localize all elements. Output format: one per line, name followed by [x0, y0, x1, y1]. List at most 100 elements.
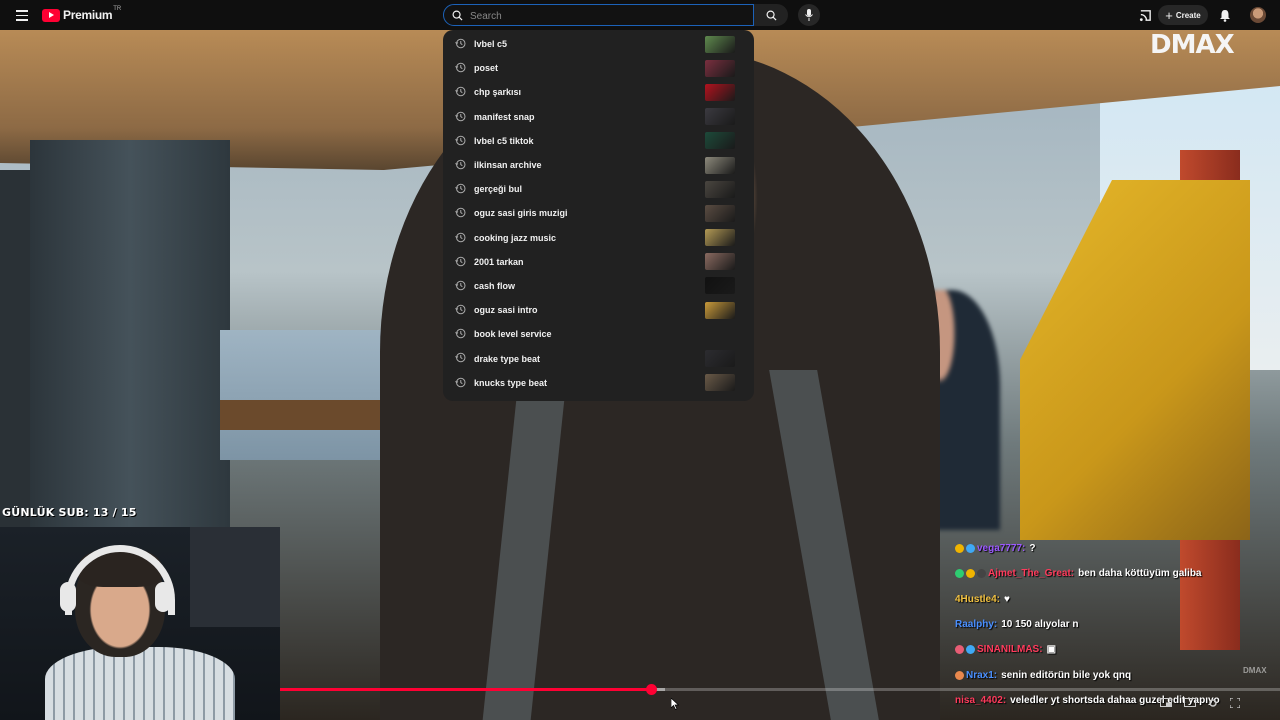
search-suggestion[interactable]: 2001 tarkan — [443, 250, 754, 274]
create-button[interactable]: + Create — [1158, 5, 1208, 25]
progress-scrubber[interactable] — [646, 684, 657, 695]
chat-username[interactable]: Nrax1: — [966, 670, 997, 681]
history-icon — [455, 329, 466, 339]
logo-text: Premium — [63, 8, 113, 22]
progress-played — [280, 688, 651, 691]
theater-mode-icon[interactable] — [1184, 698, 1196, 707]
suggestion-text: gerçeği bul — [474, 184, 523, 195]
suggestion-text: manifest snap — [474, 111, 535, 122]
chat-text: ♥ — [1004, 593, 1010, 605]
history-icon — [455, 87, 466, 97]
suggestion-thumbnail — [705, 229, 735, 247]
search-suggestion[interactable]: lvbel c5 tiktok — [443, 129, 754, 153]
chat-badge-icon — [966, 645, 975, 655]
chat-username[interactable]: nisa_4402: — [955, 695, 1006, 706]
suggestion-text: chp şarkısı — [474, 87, 522, 98]
suggestion-text: 2001 tarkan — [474, 256, 524, 267]
history-icon — [455, 208, 466, 218]
sub-goal-counter: GÜNLÜK SUB: 13 / 15 — [2, 506, 137, 519]
suggestion-text: book level service — [474, 329, 552, 340]
history-icon — [455, 62, 466, 73]
chat-username[interactable]: Raalphy: — [955, 619, 997, 630]
suggestion-text: lvbel c5 — [474, 39, 508, 50]
suggestion-thumbnail — [705, 59, 735, 77]
progress-bar[interactable] — [280, 684, 1280, 695]
history-icon — [455, 280, 466, 291]
plus-icon: + — [1165, 7, 1173, 23]
search-suggestion[interactable]: oguz sasi intro — [443, 298, 754, 322]
cast-icon[interactable] — [1139, 9, 1152, 22]
search-suggestion[interactable]: gerçeği bul — [443, 177, 754, 201]
suggestion-thumbnail — [705, 108, 735, 126]
account-avatar[interactable] — [1250, 7, 1266, 23]
chat-text: ? — [1029, 543, 1036, 555]
chat-username[interactable]: 4Hustle4: — [955, 594, 1000, 605]
youtube-logo-icon — [42, 8, 60, 22]
search-suggestion[interactable]: lvbel c5 — [443, 32, 754, 56]
chat-badge-icon — [977, 569, 986, 579]
search-suggestion[interactable]: oguz sasi giris muzigi — [443, 201, 754, 225]
search-suggestion[interactable]: manifest snap — [443, 105, 754, 129]
search-suggestion[interactable]: chp şarkısı — [443, 80, 754, 104]
chat-username[interactable]: Ajmet_The_Great: — [988, 568, 1074, 579]
fullscreen-icon[interactable] — [1230, 698, 1240, 708]
chat-message: Ajmet_The_Great: ben daha köttüyüm galiba — [955, 561, 1280, 586]
chat-overlay: vega7777:? Ajmet_The_Great: ben daha köttü… — [955, 536, 1280, 713]
history-icon — [455, 232, 466, 242]
suggestion-text: oguz sasi giris muzigi — [474, 208, 568, 219]
chat-badge-icon — [955, 569, 964, 579]
search-button[interactable] — [754, 4, 788, 26]
suggestion-thumbnail — [705, 132, 735, 150]
youtube-premium-logo[interactable]: Premium TR — [42, 6, 121, 22]
history-icon — [455, 304, 466, 315]
chat-badge-icon — [955, 544, 964, 554]
search-suggestion[interactable]: drake type beat — [443, 346, 754, 370]
suggestion-text: cooking jazz music — [474, 232, 557, 243]
webcam-overlay — [0, 527, 280, 720]
chat-text: senin editörün bile yok qnq — [1001, 669, 1132, 681]
search-input[interactable] — [468, 7, 742, 25]
chat-message: SINANILMAS: ▣ — [955, 637, 1280, 662]
headset-earcup — [155, 582, 171, 612]
chat-text: ben daha köttüyüm galiba — [1078, 568, 1202, 580]
history-icon — [455, 135, 466, 145]
search-suggestions: lvbel c5 poset chp şarkısı manifest snap lvb… — [443, 30, 754, 401]
search-suggestion[interactable]: book level service — [443, 322, 754, 346]
video-scene-crane — [1020, 180, 1250, 540]
search-suggestion[interactable]: poset — [443, 56, 754, 80]
chat-username[interactable]: vega7777: — [977, 543, 1025, 554]
chat-message: vega7777:? — [955, 536, 1280, 561]
suggestion-text: knucks type beat — [474, 377, 548, 388]
mouse-cursor-icon — [671, 698, 679, 710]
history-icon — [455, 38, 466, 49]
suggestion-thumbnail — [705, 204, 735, 222]
chat-message: Raalphy: 10 150 alıyolar n — [955, 612, 1280, 637]
chat-badge-icon — [955, 645, 964, 655]
chat-username[interactable]: SINANILMAS: — [977, 644, 1043, 655]
headset-earcup — [60, 582, 76, 612]
chat-message: Nrax1: senin editörün bile yok qnq — [955, 662, 1280, 687]
search-suggestion[interactable]: ilkinsan archive — [443, 153, 754, 177]
chat-badge-icon — [966, 544, 975, 554]
menu-icon[interactable] — [16, 10, 28, 21]
history-icon — [455, 159, 466, 170]
search-suggestion[interactable]: cash flow — [443, 274, 754, 298]
bell-icon[interactable] — [1219, 9, 1231, 22]
history-icon — [455, 256, 466, 266]
video-scene-hull — [30, 140, 230, 560]
search-box[interactable] — [443, 4, 754, 26]
search-suggestion[interactable]: cooking jazz music — [443, 226, 754, 250]
search-icon — [766, 10, 777, 21]
suggestion-text: poset — [474, 63, 499, 74]
miniplayer-icon[interactable] — [1160, 698, 1172, 707]
settings-icon[interactable] — [1208, 698, 1218, 708]
suggestion-text: ilkinsan archive — [474, 160, 542, 171]
chat-text: 10 150 alıyolar n — [1001, 619, 1079, 631]
chat-text: ▣ — [1046, 644, 1057, 656]
suggestion-thumbnail — [705, 35, 735, 53]
suggestion-text: cash flow — [474, 280, 516, 291]
voice-search-button[interactable] — [798, 4, 820, 26]
suggestion-thumbnail — [705, 374, 735, 392]
search-suggestion[interactable]: knucks type beat — [443, 371, 754, 395]
chat-badge-icon — [955, 670, 964, 680]
